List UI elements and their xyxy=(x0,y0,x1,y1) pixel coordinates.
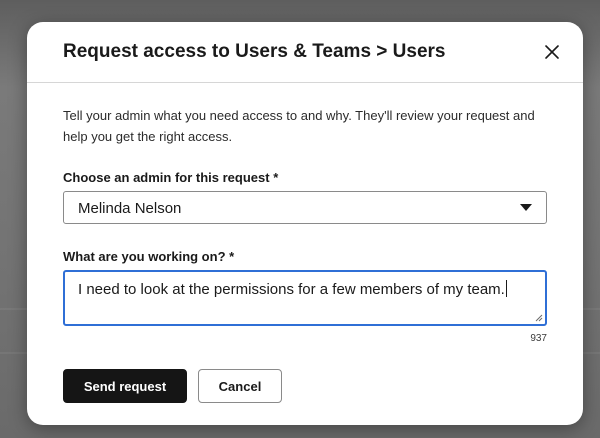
dialog-description: Tell your admin what you need access to … xyxy=(63,108,535,144)
request-access-dialog: Request access to Users & Teams > Users … xyxy=(27,22,583,425)
working-on-textarea[interactable]: I need to look at the permissions for a … xyxy=(63,270,547,326)
caret-down-icon xyxy=(520,204,532,211)
admin-field-label: Choose an admin for this request * xyxy=(63,170,279,185)
dialog-title: Request access to Users & Teams > Users xyxy=(63,41,446,62)
working-on-value: I need to look at the permissions for a … xyxy=(78,281,505,298)
working-on-text: I need to look at the permissions for a … xyxy=(78,280,507,298)
working-on-field-label: What are you working on? * xyxy=(63,249,235,264)
character-count: 937 xyxy=(530,333,547,344)
dialog-header: Request access to Users & Teams > Users xyxy=(27,22,583,83)
cancel-button[interactable]: Cancel xyxy=(198,369,282,403)
admin-select[interactable]: Melinda Nelson xyxy=(63,191,547,224)
text-cursor xyxy=(505,280,507,297)
admin-select-value: Melinda Nelson xyxy=(78,200,182,217)
send-request-button[interactable]: Send request xyxy=(63,369,187,403)
close-icon xyxy=(545,45,559,59)
close-button[interactable] xyxy=(541,41,563,63)
resize-handle-icon[interactable] xyxy=(535,314,543,322)
